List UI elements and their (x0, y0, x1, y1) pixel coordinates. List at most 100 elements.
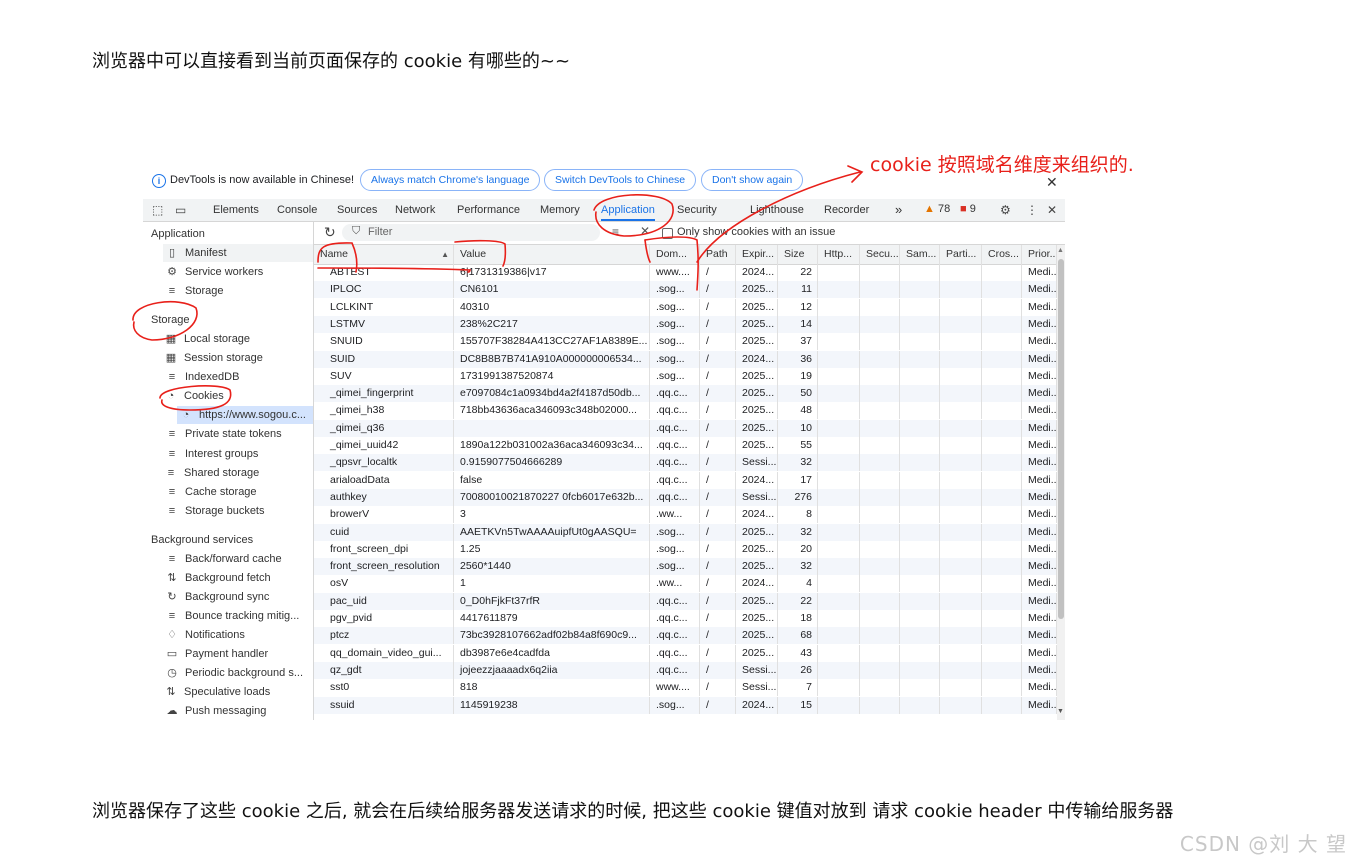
sidebar-item-storage-buckets[interactable]: ≡ Storage buckets (163, 502, 313, 520)
table-row[interactable]: SUID DC8B8B7B741A910A000000006534... .sog.… (314, 350, 1057, 368)
table-row[interactable]: LSTMV 238%2C217 .sog.../2025... 14 Medi... (314, 315, 1057, 333)
table-row[interactable]: ABTEST 6|1731319386|v17 www..../2024... 22 M… (314, 264, 1057, 281)
table-cell: Medi... (1022, 281, 1057, 299)
table-row[interactable]: browerV 3 .ww.../2024... 8 Medi... (314, 506, 1057, 524)
sidebar-item-cookie-origin[interactable]: ◔ https://www.sogou.c... (177, 406, 313, 424)
table-cell: 4 (778, 575, 818, 593)
more-options-icon[interactable]: ⋮ (1026, 203, 1038, 217)
sidebar-item-notifications[interactable]: ♢ Notifications (163, 626, 313, 644)
sidebar-item-payment-handler[interactable]: ▭ Payment handler (163, 645, 313, 663)
sidebar-item-storage[interactable]: ≡ Storage (163, 282, 313, 300)
column-header[interactable]: Path (700, 245, 736, 264)
table-row[interactable]: SUV 1731991387520874 .sog.../2025... 19 Medi… (314, 367, 1057, 385)
always-match-language-button[interactable]: Always match Chrome's language (360, 169, 541, 191)
column-header[interactable]: Secu... (860, 245, 900, 264)
tab-elements[interactable]: Elements (213, 199, 259, 221)
table-row[interactable]: qz_gdt jojeezzjaaaadx6q2iia .qq.c... / Sessi… (314, 661, 1057, 679)
column-header[interactable]: Prior... (1022, 245, 1057, 264)
table-row[interactable]: ptcz 73bc3928107662adf02b84a8f690c9... .qq… (314, 627, 1057, 645)
inspect-element-icon[interactable]: ⬚ (152, 203, 163, 217)
table-row[interactable]: SNUID 155707F38284A413CC27AF1A8389E... .so… (314, 333, 1057, 351)
sidebar-item-cookies[interactable]: ▼◔Cookies (163, 387, 313, 405)
warnings-badge[interactable]: ▲ 78 (924, 203, 950, 215)
column-header[interactable]: Http... (818, 245, 860, 264)
table-cell: 2024... (736, 575, 778, 593)
refresh-icon[interactable]: ↻ (324, 224, 336, 241)
clear-all-cookies-icon[interactable]: ≡ (612, 225, 619, 239)
table-row[interactable]: pac_uid 0_D0hFjkFt37rfR .qq.c.../2025... 22… (314, 592, 1057, 610)
sidebar-item-push-messaging[interactable]: ☁ Push messaging (163, 702, 313, 720)
column-header[interactable]: Name ▲ (314, 245, 454, 264)
settings-gear-icon[interactable]: ⚙ (1000, 203, 1011, 217)
table-row[interactable]: cuid AAETKVn5TwAAAAuipfUt0gAASQU= .sog... /… (314, 523, 1057, 541)
table-cell: 32 (778, 454, 818, 472)
delete-selected-icon[interactable]: ✕ (640, 224, 650, 238)
table-row[interactable]: ssuid 1145919238 .sog.../2024... 15 Medi... (314, 696, 1057, 714)
table-row[interactable]: authkey 70080010021870227 0fcb6017e632b..… (314, 488, 1057, 506)
column-header[interactable]: Cros... (982, 245, 1022, 264)
table-row[interactable]: LCLKINT 40310 .sog.../2025... 12 Medi... (314, 298, 1057, 316)
sort-ascending-icon[interactable]: ▲ (441, 245, 449, 264)
column-header[interactable]: Sam... (900, 245, 940, 264)
column-header[interactable]: Parti... (940, 245, 982, 264)
table-row[interactable]: front_screen_dpi 1.25 .sog.../2025... 20 Med… (314, 540, 1057, 558)
tab-application[interactable]: Application (601, 199, 655, 221)
table-cell: 55 (778, 437, 818, 454)
sidebar-item-local-storage[interactable]: ▶▦Local storage (163, 330, 313, 348)
table-row[interactable]: osV 1 .ww.../2024... 4 Medi... (314, 575, 1057, 593)
up-down-arrows-icon: ⇅ (166, 686, 176, 698)
column-header[interactable]: Size (778, 245, 818, 264)
scroll-up-icon[interactable]: ▲ (1057, 247, 1064, 254)
filter-input[interactable]: ⛉ Filter (342, 224, 600, 241)
dont-show-again-button[interactable]: Don't show again (701, 169, 804, 191)
sidebar-item-speculative-loads[interactable]: ▶⇅Speculative loads (163, 683, 313, 701)
close-devtools-icon[interactable]: ✕ (1047, 203, 1057, 217)
only-issues-checkbox[interactable] (662, 228, 673, 239)
table-row[interactable]: _qimei_q36 .qq.c.../2025... 10 Medi... (314, 419, 1057, 437)
errors-badge[interactable]: ■ 9 (960, 203, 976, 215)
switch-to-chinese-button[interactable]: Switch DevTools to Chinese (544, 169, 697, 191)
column-header[interactable]: Dom... (650, 245, 700, 264)
table-row[interactable]: _qimei_fingerprint e7097084c1a0934bd4a2f4… (314, 385, 1057, 403)
sidebar-item-service-workers[interactable]: ⚙ Service workers (163, 263, 313, 281)
table-cell: 1731991387520874 (454, 367, 650, 385)
tab-lighthouse[interactable]: Lighthouse (750, 199, 804, 221)
sidebar-item-indexeddb[interactable]: ≡ IndexedDB (163, 368, 313, 386)
sidebar-item-background-sync[interactable]: ↻ Background sync (163, 588, 313, 606)
tab-network[interactable]: Network (395, 199, 435, 221)
device-toolbar-icon[interactable]: ▭ (175, 203, 186, 217)
table-cell (900, 298, 940, 316)
sidebar-item-bounce-tracking[interactable]: ≡ Bounce tracking mitig... (163, 607, 313, 625)
sidebar-item-interest-groups[interactable]: ≡ Interest groups (163, 445, 313, 463)
sidebar-item-session-storage[interactable]: ▶▦Session storage (163, 349, 313, 367)
table-row[interactable]: qq_domain_video_gui... db3987e6e4cadfda .q… (314, 644, 1057, 662)
table-scrollbar[interactable]: ▲ ▼ (1057, 245, 1065, 720)
table-row[interactable]: arialoadData false .qq.c.../2024... 17 Medi.… (314, 471, 1057, 489)
table-row[interactable]: _qpsvr_localtk 0.9159077504666289 .qq.c...… (314, 454, 1057, 472)
table-row[interactable]: front_screen_resolution 2560*1440 .sog... /… (314, 558, 1057, 576)
sidebar-item-manifest[interactable]: ▯ Manifest (163, 244, 313, 262)
sidebar-item-shared-storage[interactable]: ▶≡Shared storage (163, 464, 313, 482)
table-cell (818, 315, 860, 333)
scroll-down-icon[interactable]: ▼ (1057, 708, 1064, 715)
tab-performance[interactable]: Performance (457, 199, 520, 221)
tab-memory[interactable]: Memory (540, 199, 580, 221)
table-row[interactable]: sst0 818 www.... / Sessi... 7 Medi... (314, 679, 1057, 697)
column-header[interactable]: Value (454, 245, 650, 264)
column-header[interactable]: Expir... (736, 245, 778, 264)
tab-sources[interactable]: Sources (337, 199, 377, 221)
tab-recorder[interactable]: Recorder (824, 199, 869, 221)
tab-security[interactable]: Security (677, 199, 717, 221)
sidebar-item-background-fetch[interactable]: ⇅ Background fetch (163, 569, 313, 587)
table-row[interactable]: _qimei_uuid42 1890a122b031002a36aca346093… (314, 437, 1057, 454)
table-row[interactable]: _qimei_h38 718bb43636aca346093c348b02000.… (314, 402, 1057, 420)
sidebar-item-cache-storage[interactable]: ≡ Cache storage (163, 483, 313, 501)
sidebar-item-periodic-background-sync[interactable]: ◷ Periodic background s... (163, 664, 313, 682)
table-row[interactable]: pgv_pvid 4417611879 .qq.c.../2025... 18 Medi… (314, 610, 1057, 627)
table-row[interactable]: IPLOC CN6101 .sog.../2025... 11 Medi... (314, 281, 1057, 299)
more-tabs-icon[interactable]: » (895, 199, 902, 221)
scrollbar-thumb[interactable] (1058, 259, 1064, 619)
sidebar-item-private-state-tokens[interactable]: ≡ Private state tokens (163, 425, 313, 443)
sidebar-item-back-forward-cache[interactable]: ≡ Back/forward cache (163, 550, 313, 568)
tab-console[interactable]: Console (277, 199, 317, 221)
